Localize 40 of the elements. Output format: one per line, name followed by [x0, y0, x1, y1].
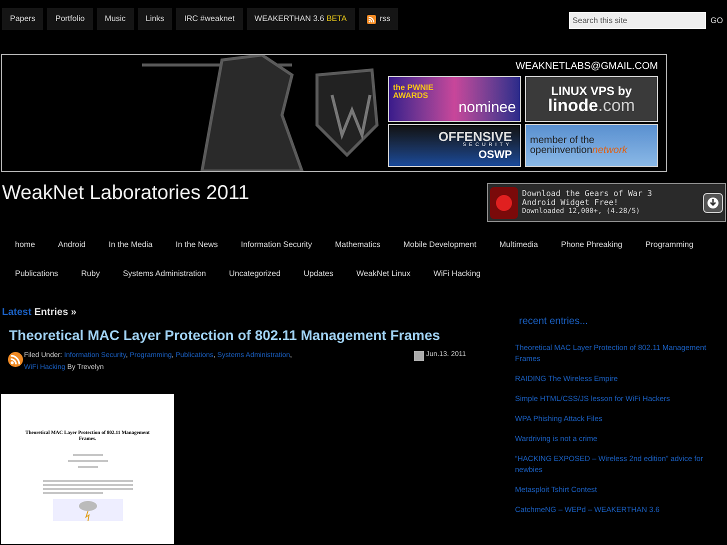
category-link[interactable]: Systems Administration: [122, 268, 206, 280]
open-invention-network-badge[interactable]: member of the openinventionnetwork: [525, 124, 658, 167]
site-title[interactable]: WeakNet Laboratories 2011: [2, 178, 250, 208]
rss-icon: [366, 14, 376, 24]
category-link[interactable]: Android: [58, 239, 86, 251]
category-link[interactable]: Multimedia: [499, 239, 538, 251]
ad-headline: Download the Gears of War 3: [522, 189, 654, 198]
category-link[interactable]: In the Media: [108, 239, 153, 251]
pwnie-award-badge[interactable]: the PWNIE AWARDS nominee: [388, 76, 521, 122]
post-title[interactable]: Theoretical MAC Layer Protection of 802.11 Management Frames: [9, 325, 490, 346]
contact-email[interactable]: WEAKNETLABS@GMAIL.COM: [516, 59, 658, 74]
search-field[interactable]: Search this site: [568, 12, 706, 29]
latest-entries-heading: Latest Entries »: [2, 306, 78, 320]
nav-link[interactable]: Music: [96, 8, 134, 30]
category-link[interactable]: Ruby: [81, 268, 100, 280]
category-link[interactable]: Information Security: [240, 239, 312, 251]
nav-link[interactable]: Portfolio: [47, 8, 93, 30]
category-link[interactable]: Uncategorized: [228, 268, 281, 280]
category-link[interactable]: Publications: [15, 268, 58, 280]
category-link[interactable]: Programming: [645, 239, 694, 251]
rss-link[interactable]: rss: [358, 8, 398, 30]
category-link[interactable]: Phone Phreaking: [561, 239, 622, 251]
category-link[interactable]: WeakNet Linux: [356, 268, 410, 280]
category-link[interactable]: home: [15, 239, 36, 251]
category-link[interactable]: In the News: [176, 239, 218, 251]
category-link[interactable]: Mobile Development: [403, 239, 476, 251]
category-link[interactable]: Updates: [304, 268, 334, 280]
nav-link[interactable]: Links: [138, 8, 172, 30]
linode-badge[interactable]: LINUX VPS by linode.com: [525, 76, 658, 122]
ad-headline: Android Widget Free!: [522, 198, 620, 207]
category-link[interactable]: WiFi Hacking: [433, 268, 481, 280]
nav-link[interactable]: IRC #weaknet: [176, 8, 243, 30]
rss-icon: [8, 352, 23, 367]
calendar-icon: [414, 351, 424, 361]
go-button[interactable]: GO: [710, 14, 723, 26]
nav-link[interactable]: Papers: [2, 8, 44, 30]
category-link[interactable]: Mathematics: [335, 239, 380, 251]
nav-link[interactable]: WEAKERTHAN 3.6 BETA: [246, 8, 355, 30]
sidebar-heading: recent entries...: [519, 315, 589, 329]
download-icon: [703, 192, 723, 212]
